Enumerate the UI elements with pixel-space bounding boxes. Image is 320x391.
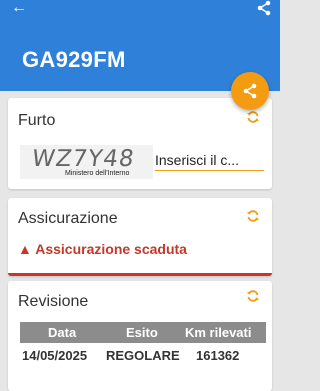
furto-title: Furto: [18, 112, 56, 129]
column-header-esito: Esito: [126, 325, 158, 340]
captcha-caption: Ministero dell'Interno: [65, 170, 130, 177]
refresh-icon[interactable]: [246, 110, 260, 124]
insurance-expired-warning: ▲ Assicurazione scaduta: [18, 241, 187, 257]
revisione-title: Revisione: [18, 293, 89, 310]
furto-card: Furto WZ7Y48 Ministero dell'Interno Inse…: [8, 98, 272, 189]
refresh-icon[interactable]: [246, 209, 260, 223]
share-icon: [243, 83, 257, 99]
captcha-text: WZ7Y48: [30, 146, 137, 172]
back-button[interactable]: ←: [9, 0, 29, 18]
row-date: 14/05/2025: [22, 348, 88, 363]
revisione-card: Revisione Data Esito Km rilevati 14/05/2…: [8, 281, 272, 391]
captcha-image: WZ7Y48 Ministero dell'Interno: [20, 145, 153, 179]
share-button-top[interactable]: [256, 0, 272, 16]
column-header-km: Km rilevati: [185, 325, 252, 340]
assicurazione-card: Assicurazione ▲ Assicurazione scaduta: [8, 198, 272, 276]
arrow-left-icon: ←: [11, 0, 27, 16]
column-header-data: Data: [48, 325, 77, 340]
row-km: 161362: [196, 348, 240, 363]
table-row: 14/05/2025 REGOLARE 161362: [20, 345, 266, 365]
row-esito: REGOLARE: [106, 348, 180, 363]
captcha-input[interactable]: Inserisci il c...: [155, 152, 264, 171]
share-icon: [257, 0, 271, 16]
revision-table-header: Data Esito Km rilevati: [20, 322, 266, 343]
plate-title: GA929FM: [22, 47, 126, 72]
refresh-icon[interactable]: [246, 289, 260, 303]
assicurazione-title: Assicurazione: [18, 210, 118, 227]
share-fab[interactable]: [231, 72, 269, 110]
